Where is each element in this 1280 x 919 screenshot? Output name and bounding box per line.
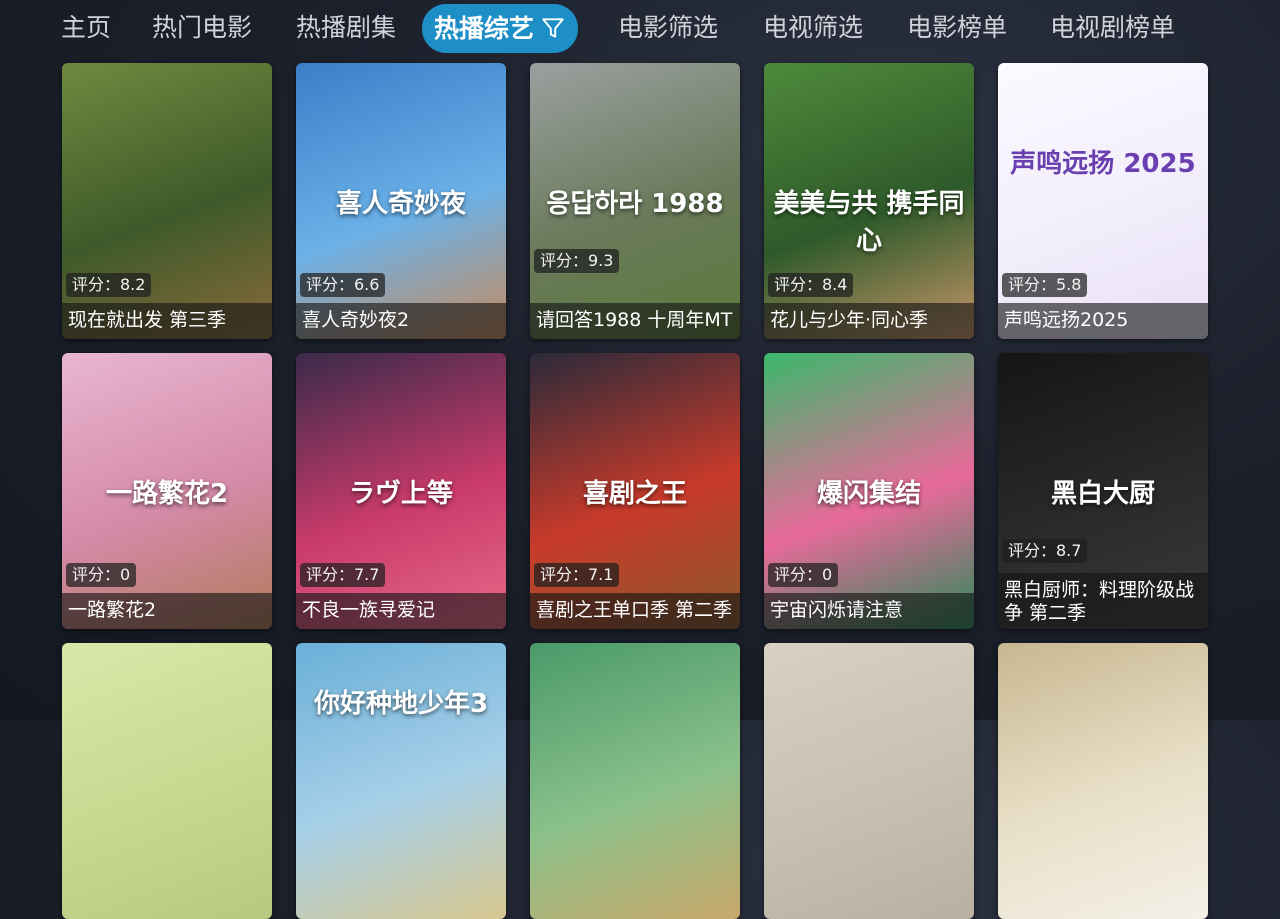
poster-image [62, 643, 272, 919]
poster-artwork-text: 你好种地少年3 [313, 689, 489, 719]
media-card[interactable]: 喜剧之王喜剧之王单口季 第二季 评分：7.1 [530, 353, 740, 629]
media-card[interactable]: 黑白大厨黑白厨师：料理阶级战争 第二季 评分：8.7 [998, 353, 1208, 629]
nav-label: 热门电影 [152, 13, 253, 42]
media-card[interactable]: 喜人奇妙夜喜人奇妙夜2 评分：6.6 [296, 63, 506, 339]
poster-image [62, 63, 272, 339]
rating-badge: 评分：9.3 [534, 249, 620, 273]
rating-badge: 评分：8.4 [768, 273, 854, 297]
nav-label: 电影榜单 [907, 13, 1008, 42]
card-title: 宇宙闪烁请注意 [764, 593, 974, 629]
nav-label: 热播综艺 [434, 14, 535, 43]
poster-artwork-text: 一路繁花2 [105, 479, 229, 509]
card-title: 喜剧之王单口季 第二季 [530, 593, 740, 629]
nav-label: 电视筛选 [763, 13, 864, 42]
nav-label: 电视剧榜单 [1050, 13, 1176, 42]
rating-badge: 评分：7.1 [534, 563, 620, 587]
nav-tv-chart[interactable]: 电视剧榜单 [1050, 8, 1175, 48]
nav-tv-filter[interactable]: 电视筛选 [763, 8, 863, 48]
poster-image [998, 643, 1208, 919]
media-card[interactable]: 现在就出发 第三季 评分：8.2 [62, 63, 272, 339]
card-title: 一路繁花2 [62, 593, 272, 629]
nav-label: 电影筛选 [618, 13, 719, 42]
nav-hot-variety[interactable]: 热播综艺 [422, 4, 579, 53]
card-title: 请回答1988 十周年MT [530, 303, 740, 339]
top-nav: 主页 热门电影 热播剧集 热播综艺 电影筛选 电视筛选 电影榜单 电视剧榜单 [0, 0, 1280, 56]
nav-movie-chart[interactable]: 电影榜单 [907, 8, 1007, 48]
poster-image [764, 643, 974, 919]
media-card[interactable] [62, 643, 272, 919]
nav-home[interactable]: 主页 [61, 8, 111, 48]
rating-badge: 评分：8.2 [66, 273, 152, 297]
poster-artwork-text: 声鸣远扬 2025 [1010, 149, 1196, 179]
media-card[interactable]: 声鸣远扬 2025 声鸣远扬2025 评分：5.8 [998, 63, 1208, 339]
card-title: 花儿与少年·同心季 [764, 303, 974, 339]
card-title: 现在就出发 第三季 [62, 303, 272, 339]
rating-badge: 评分：6.6 [300, 273, 386, 297]
rating-badge: 评分：0 [66, 563, 137, 587]
poster-image [998, 63, 1208, 339]
nav-movie-filter[interactable]: 电影筛选 [618, 8, 718, 48]
poster-artwork-text: 喜人奇妙夜 [335, 189, 466, 219]
nav-label: 主页 [61, 13, 112, 42]
poster-artwork-text: 喜剧之王 [582, 479, 687, 509]
media-card[interactable]: 一路繁花2 一路繁花2 评分：0 [62, 353, 272, 629]
nav-hot-series[interactable]: 热播剧集 [296, 8, 396, 48]
card-title: 喜人奇妙夜2 [296, 303, 506, 339]
card-title: 不良一族寻爱记 [296, 593, 506, 629]
nav-hot-movies[interactable]: 热门电影 [152, 8, 252, 48]
media-card[interactable]: 爆闪集结宇宙闪烁请注意 评分：0 [764, 353, 974, 629]
rating-badge: 评分：5.8 [1002, 273, 1088, 297]
poster-artwork-text: 美美与共 携手同心 [773, 189, 965, 256]
filter-icon [542, 18, 564, 38]
media-card[interactable] [530, 643, 740, 919]
media-card[interactable]: 美美与共 携手同心花儿与少年·同心季 评分：8.4 [764, 63, 974, 339]
media-card[interactable]: ラヴ上等不良一族寻爱记 评分：7.7 [296, 353, 506, 629]
nav-label: 热播剧集 [296, 13, 397, 42]
media-card[interactable] [764, 643, 974, 919]
poster-image [530, 643, 740, 919]
poster-artwork-text: 黑白大厨 [1050, 479, 1155, 509]
poster-artwork-text: 爆闪集结 [816, 479, 921, 509]
poster-artwork-text: ラヴ上等 [348, 479, 453, 509]
media-card[interactable]: 你好种地少年3 [296, 643, 506, 919]
media-card[interactable] [998, 643, 1208, 919]
rating-badge: 评分：0 [768, 563, 839, 587]
media-card[interactable]: 응답하라 1988 请回答1988 十周年MT 评分：9.3 [530, 63, 740, 339]
card-title: 声鸣远扬2025 [998, 303, 1208, 339]
poster-artwork-text: 응답하라 1988 [546, 189, 724, 219]
rating-badge: 评分：8.7 [1002, 539, 1088, 563]
card-title: 黑白厨师：料理阶级战争 第二季 [998, 573, 1208, 629]
rating-badge: 评分：7.7 [300, 563, 386, 587]
